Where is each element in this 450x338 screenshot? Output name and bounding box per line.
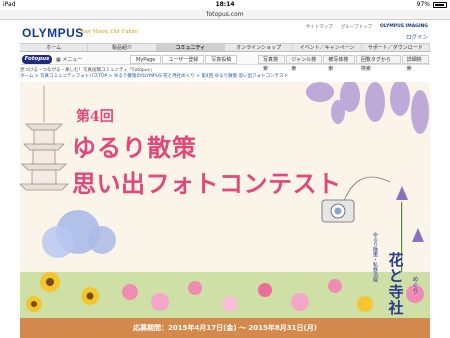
battery-status: 97% — [417, 1, 447, 8]
series-title: 花と寺社 — [388, 251, 404, 317]
tagline: Your Vision, Our Future — [80, 29, 138, 35]
battery-icon — [433, 1, 447, 8]
login-link[interactable]: ログイン — [406, 33, 428, 41]
series-title-suffix: めぐり — [411, 276, 418, 294]
contest-hero-banner: 第4回 ゆるり散策 思い出フォトコンテスト ゆるり散策・私鉄沿線 花と寺社 めぐ… — [20, 82, 430, 318]
tab-register[interactable]: ユーザー登録 — [162, 55, 205, 64]
status-bar: iPad 18:14 97% — [0, 0, 450, 10]
group-top-link[interactable]: グループトップ — [341, 24, 372, 30]
tag-search[interactable]: 回覧タグから検索 — [355, 55, 401, 72]
menu-button[interactable]: ▦ メニュー — [56, 56, 82, 63]
tab-mypage[interactable]: MyPage — [130, 55, 162, 64]
photo-search[interactable]: 写真検索 — [258, 55, 286, 72]
nav-community[interactable]: コミュニティ — [156, 44, 225, 51]
menu-label: メニュー — [62, 57, 83, 63]
nav-home[interactable]: ホーム — [20, 44, 89, 51]
nav-support[interactable]: サポート／ダウンロード — [362, 44, 430, 51]
community-subnav: Fotopus ▦ メニュー MyPage ユーザー登録 写真投稿 写真検索 ジ… — [20, 54, 430, 72]
clock: 18:14 — [215, 1, 235, 8]
contest-title-line2: 思い出フォトコンテスト — [72, 169, 342, 198]
genre-search[interactable]: ジャンル検索 — [286, 55, 323, 72]
sitemap-link[interactable]: サイトマップ — [306, 24, 333, 30]
search-tabs: 写真検索 ジャンル検索 被写体検索 回覧タグから検索 詳細検索 — [258, 55, 430, 72]
subnav-tabs: MyPage ユーザー登録 写真投稿 — [130, 55, 238, 64]
main-nav: ホーム 製品紹介 コミュニティ オンラインショップ イベント／キャンペーン サポ… — [20, 43, 430, 52]
address-bar[interactable]: fotopus.com — [0, 10, 450, 20]
olympus-logo[interactable]: OLYMPUS — [22, 26, 84, 40]
contest-round: 第4回 — [76, 109, 114, 125]
site-header: OLYMPUS Your Vision, Our Future サイトマップ グ… — [0, 20, 450, 42]
entry-period-banner: 応募期間：2015年4月17日(金) ～ 2015年8月31日(月) — [20, 318, 430, 338]
imaging-brand[interactable]: OLYMPUS IMAGING — [380, 24, 428, 30]
flower-meadow — [20, 272, 430, 318]
header-links: サイトマップ グループトップ OLYMPUS IMAGING — [306, 24, 428, 30]
subject-search[interactable]: 被写体検索 — [323, 55, 355, 72]
breadcrumb[interactable]: ホーム > 写真コミュニティフォトパスTOP > ゆるり散策のOLYMPUS 花… — [20, 73, 288, 79]
series-subtitle: ゆるり散策・私鉄沿線 — [372, 232, 378, 282]
nav-events[interactable]: イベント／キャンペーン — [293, 44, 362, 51]
detail-search[interactable]: 詳細検索 — [401, 55, 429, 72]
fotopus-logo[interactable]: Fotopus — [22, 55, 52, 64]
battery-percent: 97% — [416, 1, 430, 8]
nav-products[interactable]: 製品紹介 — [88, 44, 157, 51]
nav-shop[interactable]: オンラインショップ — [225, 44, 294, 51]
tab-post-photo[interactable]: 写真投稿 — [205, 55, 238, 64]
contest-title-line1: ゆるり散策 — [72, 133, 197, 162]
